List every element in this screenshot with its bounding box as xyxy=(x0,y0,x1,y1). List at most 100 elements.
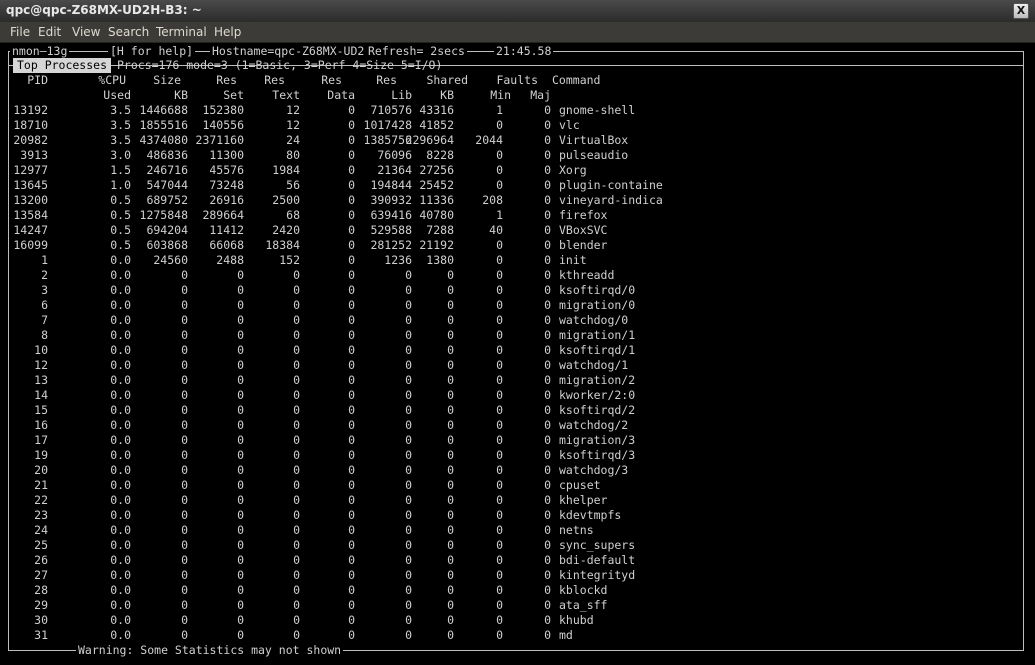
process-cell: 0 xyxy=(496,388,503,402)
process-cell: 1275848 xyxy=(139,208,188,222)
menu-view[interactable]: View xyxy=(72,25,100,39)
window-title: qpc@qpc-Z68MX-UD2H-B3: ~ xyxy=(6,3,202,17)
process-cell: 0 xyxy=(447,583,454,597)
process-cell: 0.0 xyxy=(110,538,131,552)
process-cell: 0 xyxy=(496,418,503,432)
process-cell: 0 xyxy=(544,193,551,207)
nmon-version: nmon—13g xyxy=(10,44,70,58)
column-subheader-5: Data xyxy=(327,88,355,102)
process-cell: 0 xyxy=(544,463,551,477)
help-hint: [H for help] xyxy=(108,44,196,58)
process-cell: 0 xyxy=(447,448,454,462)
process-cell: 0 xyxy=(181,283,188,297)
process-cell: 0 xyxy=(237,268,244,282)
process-cell: 0 xyxy=(348,343,355,357)
process-cell: 0 xyxy=(496,358,503,372)
process-cell: 0 xyxy=(348,598,355,612)
column-header-1: %CPU xyxy=(98,73,126,87)
process-cell: 0 xyxy=(181,508,188,522)
process-cell: 0 xyxy=(237,313,244,327)
process-cell: 0 xyxy=(181,538,188,552)
process-cell: 0 xyxy=(544,418,551,432)
process-cell: 0 xyxy=(348,148,355,162)
process-cell: 0 xyxy=(447,358,454,372)
process-command: watchdog/1 xyxy=(559,358,629,372)
column-subheader-1: Used xyxy=(103,88,131,102)
process-cell: 0 xyxy=(237,403,244,417)
process-cell: 0 xyxy=(496,613,503,627)
process-cell: 0 xyxy=(544,328,551,342)
process-cell: 0.0 xyxy=(110,613,131,627)
process-cell: 0 xyxy=(405,298,412,312)
process-cell: 2488 xyxy=(216,253,244,267)
process-cell: 0 xyxy=(544,448,551,462)
process-cell: 0 xyxy=(544,313,551,327)
process-cell: 0 xyxy=(447,433,454,447)
process-cell: 2044 xyxy=(475,133,503,147)
process-cell: 0 xyxy=(181,613,188,627)
process-cell: 0 xyxy=(293,358,300,372)
process-cell: 1.5 xyxy=(110,163,131,177)
process-cell: 21 xyxy=(34,478,48,492)
process-cell: 0 xyxy=(237,448,244,462)
process-cell: 1380 xyxy=(426,253,454,267)
process-cell: 0.0 xyxy=(110,343,131,357)
menu-bar: File Edit View Search Terminal Help xyxy=(0,22,1035,43)
process-cell: 0 xyxy=(293,628,300,642)
process-cell: 0 xyxy=(293,478,300,492)
terminal-area[interactable]: nmon—13g [H for help] Hostname=qpc-Z68MX… xyxy=(0,43,1035,665)
process-cell: 0 xyxy=(447,613,454,627)
process-cell: 0 xyxy=(181,358,188,372)
menu-edit[interactable]: Edit xyxy=(38,25,61,39)
process-cell: 0 xyxy=(348,448,355,462)
process-cell: 0 xyxy=(496,538,503,552)
process-cell: 0 xyxy=(348,433,355,447)
process-cell: 0 xyxy=(293,568,300,582)
process-cell: 41852 xyxy=(419,118,454,132)
process-cell: 0 xyxy=(181,433,188,447)
process-command: sync_supers xyxy=(559,538,636,552)
process-cell: 0 xyxy=(348,493,355,507)
process-cell: 7 xyxy=(41,313,48,327)
process-cell: 486836 xyxy=(146,148,188,162)
procs-info: Procs=176 mode=3 (1=Basic, 3=Perf 4=Size… xyxy=(117,58,443,72)
process-cell: 710576 xyxy=(370,103,412,117)
process-cell: 0 xyxy=(405,418,412,432)
process-cell: 0 xyxy=(496,448,503,462)
process-cell: 1855516 xyxy=(139,118,188,132)
process-cell: 194844 xyxy=(370,178,412,192)
process-cell: 0 xyxy=(405,583,412,597)
process-cell: 0 xyxy=(405,508,412,522)
process-cell: 0 xyxy=(293,448,300,462)
process-cell: 0 xyxy=(348,628,355,642)
process-command: Xorg xyxy=(559,163,587,177)
process-command: watchdog/3 xyxy=(559,463,629,477)
process-cell: 8 xyxy=(41,328,48,342)
column-header-6: Res xyxy=(376,73,397,87)
menu-help[interactable]: Help xyxy=(214,25,241,39)
process-cell: 0 xyxy=(496,463,503,477)
process-cell: 208 xyxy=(482,193,503,207)
process-cell: 0 xyxy=(447,343,454,357)
process-cell: 0 xyxy=(348,523,355,537)
process-command: firefox xyxy=(559,208,608,222)
menu-search[interactable]: Search xyxy=(108,25,149,39)
window-titlebar[interactable]: qpc@qpc-Z68MX-UD2H-B3: ~ X xyxy=(0,0,1035,23)
close-button[interactable]: X xyxy=(1013,3,1029,19)
process-cell: 140556 xyxy=(202,118,244,132)
process-cell: 0 xyxy=(496,403,503,417)
process-cell: 1017428 xyxy=(363,118,412,132)
process-command: ata_sff xyxy=(559,598,608,612)
process-cell: 0 xyxy=(447,418,454,432)
process-cell: 0 xyxy=(405,523,412,537)
process-cell: 0 xyxy=(348,223,355,237)
menu-terminal[interactable]: Terminal xyxy=(156,25,207,39)
process-cell: 4374080 xyxy=(139,133,188,147)
process-command: netns xyxy=(559,523,594,537)
menu-file[interactable]: File xyxy=(10,25,30,39)
process-cell: 2500 xyxy=(272,193,300,207)
process-cell: 0 xyxy=(496,238,503,252)
process-cell: 0 xyxy=(237,433,244,447)
process-cell: 694204 xyxy=(146,223,188,237)
process-cell: 0.0 xyxy=(110,418,131,432)
